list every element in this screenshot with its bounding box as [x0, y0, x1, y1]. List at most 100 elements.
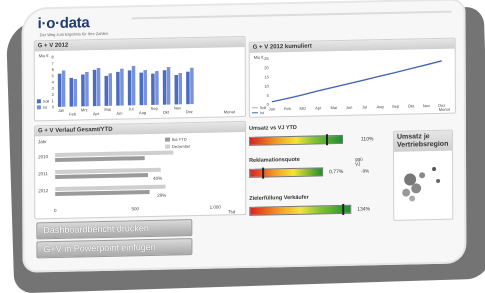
- x-tick-label: Okt: [163, 110, 170, 115]
- x-tick-label: Sep: [151, 106, 159, 111]
- bar-soll: [127, 70, 132, 106]
- bar-soll: [92, 69, 97, 107]
- x-tick-label: Jun: [116, 111, 122, 116]
- data-label: 40%: [153, 176, 162, 181]
- brand-logo: i·o·data: [37, 14, 90, 33]
- gv-verlauf-chart: Jahr Bis YTD Dezember 2010 2011 2012 40% 29% 0 50…: [38, 137, 236, 215]
- legend-swatch: [36, 105, 41, 110]
- category-label: 2012: [38, 188, 49, 193]
- legend-label: Dezember: [172, 144, 191, 149]
- region-map: [402, 167, 441, 202]
- bar-soll: [81, 74, 85, 107]
- bar-ytd: [55, 173, 148, 179]
- kpi-reklamation-title: Reklamationsquote: [249, 156, 300, 164]
- region-panel: Umsatz je Vertriebsregion: [392, 129, 454, 221]
- x-tick-label: 0: [54, 208, 57, 213]
- x-tick-label: Feb: [284, 106, 292, 111]
- bar-ist: [85, 71, 89, 107]
- gv-cumulative-chart: Mio €0510152025Jan Feb Mrz Apr Mai Jun Jul Aug S…: [251, 55, 451, 115]
- bar-soll: [151, 73, 155, 105]
- x-tick-label: Sep: [392, 104, 400, 109]
- kpi-reklamation-extra: ggü VJ: [355, 156, 363, 167]
- kpi-umsatz: Umsatz vs VJ YTD 110%: [249, 124, 373, 146]
- x-axis-label: Monat: [224, 109, 236, 114]
- gv-cumulative-panel: G + V 2012 kumuliert Mio €0 5 10 15 20 25 Jan F…: [248, 37, 456, 118]
- bar-soll: [116, 71, 120, 106]
- unit-label: Tsd: [228, 209, 236, 214]
- kpi-zielerfuellung: Zielerfüllung Verkäufer 134%: [249, 194, 370, 216]
- x-tick-label: Jan: [269, 106, 275, 111]
- x-tick-label: Jul: [362, 104, 367, 109]
- y-axis-unit-label: Mio €: [254, 55, 265, 60]
- y-tick-label: 15: [264, 74, 269, 79]
- kpi-umsatz-gauge: [249, 134, 344, 146]
- kpi-umsatz-marker: [325, 134, 329, 146]
- x-tick-label: Mai: [104, 107, 111, 112]
- legend-label: Soll: [260, 106, 266, 110]
- x-tick-label: Aug: [376, 104, 383, 109]
- bar-ist: [143, 70, 148, 106]
- bar-ist: [108, 73, 113, 106]
- x-tick-label: Mrz: [81, 107, 88, 112]
- print-dashboard-button[interactable]: Dashboardbericht drucken: [36, 219, 193, 240]
- category-label: 2010: [38, 154, 49, 159]
- bar-dezember: [55, 167, 161, 174]
- x-tick-label: Jun: [346, 105, 352, 110]
- region-bubble[interactable]: [432, 167, 437, 172]
- legend-label: Soll: [43, 100, 49, 104]
- region-bubble[interactable]: [409, 195, 416, 202]
- kpi-zielerfuellung-marker: [342, 203, 345, 215]
- header-divider: [131, 10, 452, 20]
- x-tick-label: Jul: [128, 106, 133, 111]
- bar-ist: [131, 65, 136, 106]
- bar-soll: [174, 74, 179, 105]
- gv-2012-panel: G + V 2012 Mio €0 1 2 3 4 5 6 7 8 Jan Feb Mrz Apr Mai…: [33, 35, 246, 122]
- kpi-panel: Umsatz vs VJ YTD 110% Reklamationsquote …: [249, 123, 389, 221]
- bar-ist: [96, 67, 101, 107]
- y-tick-label: 5: [267, 93, 270, 98]
- y-tick-label: 3: [52, 86, 55, 91]
- y-axis-unit-label: Mio €: [39, 53, 50, 58]
- x-tick-label: Dez: [186, 109, 193, 114]
- bar-soll: [57, 73, 62, 107]
- bar-dezember: [55, 150, 174, 157]
- bar-ist: [178, 73, 183, 105]
- kpi-reklamation-value: 0,77%: [329, 168, 344, 176]
- kpi-reklamation-marker: [262, 167, 265, 179]
- kpi-zielerfuellung-gauge: [249, 203, 352, 216]
- x-tick-label: Nov: [174, 105, 181, 110]
- data-label: 29%: [157, 193, 166, 198]
- bar-ist: [166, 67, 171, 105]
- x-tick-label: Mai: [330, 105, 337, 110]
- x-tick-label: 500: [132, 206, 140, 211]
- bar-soll: [162, 70, 167, 105]
- region-title: Umsatz je Vertriebsregion: [393, 130, 453, 152]
- legend-swatch: [165, 144, 171, 149]
- kpi-reklamation-sub: -9%: [361, 168, 370, 174]
- brand-tagline: Der Weg zum Ergebnis für Ihre Zahlen: [39, 30, 109, 38]
- x-axis-label: Monat: [439, 107, 451, 112]
- kpi-zielerfuellung-value: 134%: [357, 206, 371, 213]
- bar-ytd: [55, 189, 150, 196]
- bar-soll: [104, 75, 109, 106]
- region-bubble[interactable]: [436, 178, 441, 183]
- line-ist: [271, 60, 442, 103]
- insert-powerpoint-button[interactable]: G+V in Powerpoint einfügen: [36, 238, 193, 259]
- y-tick-label: 4: [52, 79, 55, 84]
- region-bubble[interactable]: [419, 172, 426, 179]
- bar-soll: [139, 72, 144, 106]
- x-tick-label: Okt: [408, 103, 415, 108]
- x-tick-label: Jan: [58, 108, 64, 113]
- legend-label: Bis YTD: [172, 137, 187, 142]
- legend-swatch: [165, 137, 171, 142]
- y-tick-label: 2: [52, 92, 55, 97]
- legend-swatch: [36, 99, 41, 104]
- gv-2012-chart: Mio € 0123 4567 8 Jan Feb Mrz Apr Mai Jun Jul Aug Se…: [36, 53, 236, 117]
- bar-ist: [61, 70, 66, 107]
- year-label: Jahr: [38, 139, 47, 144]
- region-bubble[interactable]: [402, 188, 411, 197]
- y-tick-label: 20: [264, 65, 269, 70]
- y-tick-label: 8: [52, 54, 55, 59]
- kpi-reklamation: Reklamationsquote ggü VJ 0,77% -9%: [249, 156, 369, 179]
- y-tick-label: 10: [264, 84, 269, 89]
